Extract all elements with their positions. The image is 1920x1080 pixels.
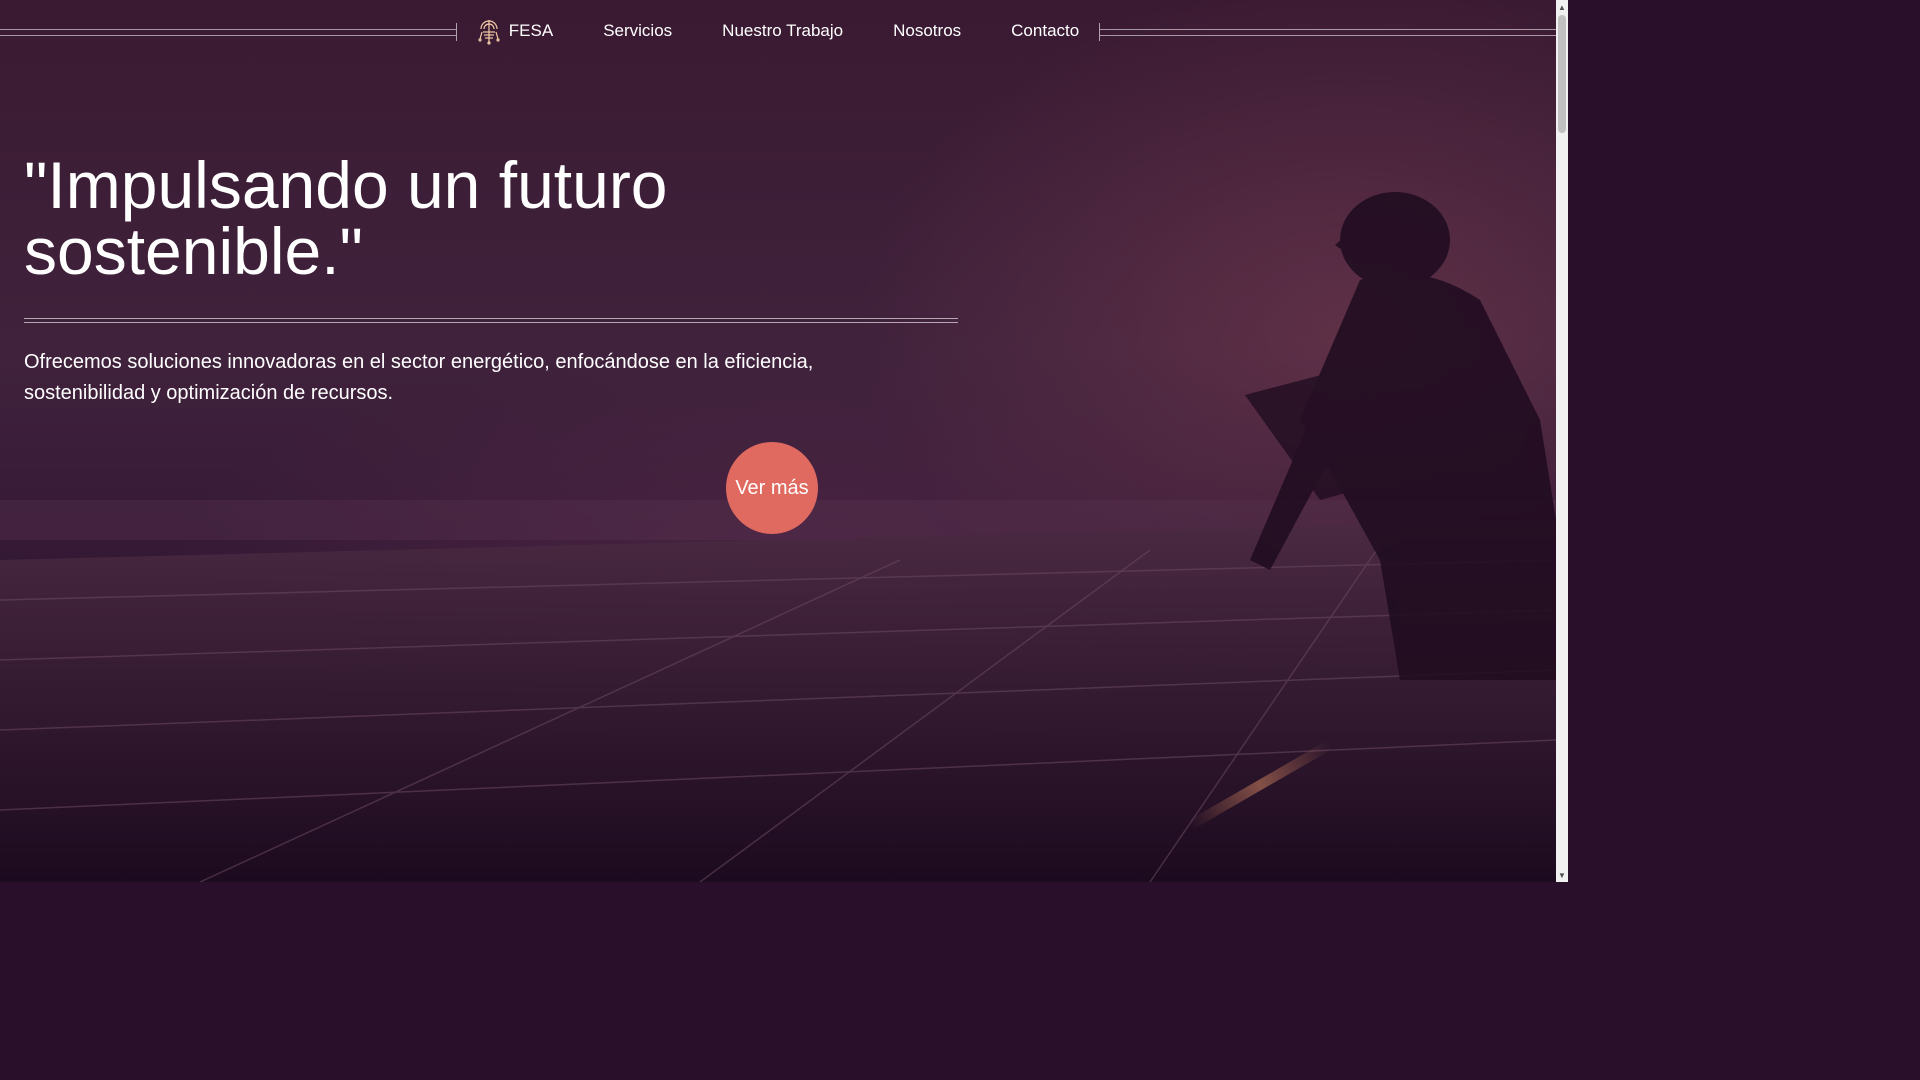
nav-decorative-line-left (0, 29, 456, 36)
ver-mas-button[interactable]: Ver más (726, 442, 818, 534)
hero-description: Ofrecemos soluciones innovadoras en el s… (24, 351, 814, 404)
page-scrollbar[interactable]: ▲ ▼ (1556, 0, 1568, 882)
scroll-down-arrow-icon[interactable]: ▼ (1556, 868, 1568, 882)
hero-section: FESA Servicios Nuestro Trabajo Nosotros … (0, 0, 1556, 882)
hero-headline: "Impulsando un futuro sostenible." (24, 148, 668, 288)
nav-item-nuestro-trabajo[interactable]: Nuestro Trabajo (697, 21, 868, 41)
nav-brand-link[interactable]: FESA (452, 17, 578, 45)
nav-brand-label: FESA (508, 21, 554, 40)
hero-background-image (0, 192, 1556, 882)
circuit-tree-icon (477, 17, 501, 45)
scroll-up-arrow-icon[interactable]: ▲ (1556, 0, 1568, 14)
hero-divider (24, 318, 958, 323)
scrollbar-thumb[interactable] (1558, 15, 1566, 133)
nav-item-contacto[interactable]: Contacto (986, 21, 1104, 41)
main-navigation: FESA Servicios Nuestro Trabajo Nosotros … (456, 0, 1100, 62)
nav-decorative-line-right (1100, 29, 1556, 36)
nav-item-servicios[interactable]: Servicios (578, 21, 697, 41)
nav-item-nosotros[interactable]: Nosotros (868, 21, 986, 41)
